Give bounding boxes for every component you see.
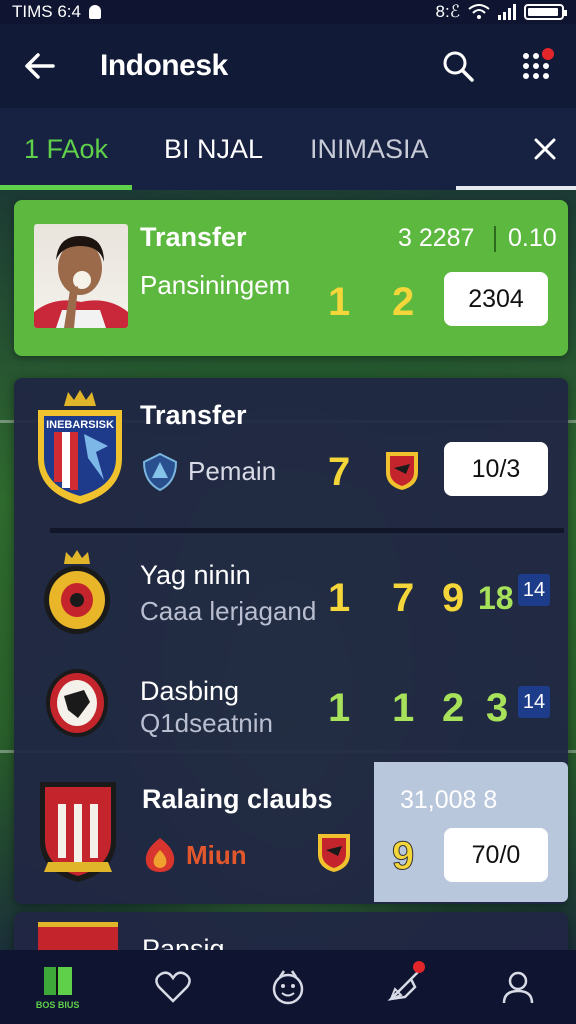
nav-home[interactable]: BOS BIUS bbox=[28, 957, 88, 1017]
heart-icon bbox=[155, 971, 191, 1003]
row-number: 1 bbox=[392, 686, 415, 730]
club-crest-small bbox=[384, 450, 420, 497]
signal-icon bbox=[498, 4, 516, 20]
player-photo bbox=[34, 224, 128, 328]
notification-icon bbox=[88, 5, 101, 19]
close-tab-button[interactable] bbox=[456, 108, 576, 190]
club-crest-large: INEBARSISK bbox=[34, 388, 126, 506]
row-title: Yag ninin bbox=[140, 560, 251, 590]
row-subtitle: Q1dseatnin bbox=[140, 708, 273, 738]
arrow-left-icon bbox=[25, 53, 55, 79]
flame-icon bbox=[142, 836, 178, 879]
nav-boost[interactable] bbox=[373, 957, 433, 1017]
face-icon bbox=[272, 970, 304, 1005]
ranking-title: Ralaing claubs bbox=[142, 784, 333, 814]
club-crest bbox=[38, 922, 118, 952]
card-title: Transfer bbox=[140, 400, 247, 430]
ranking-crest bbox=[36, 778, 120, 889]
row-number: 1 bbox=[328, 576, 351, 620]
rank-badge: 14 bbox=[518, 686, 550, 718]
ranking-stat: 31,008 8 bbox=[400, 786, 498, 814]
search-icon bbox=[443, 51, 474, 82]
app-bar: Indonesk bbox=[0, 24, 576, 108]
stat-number: 7 bbox=[328, 450, 351, 494]
row-subtitle: Caaa lerjagand bbox=[140, 596, 317, 626]
tab-2[interactable]: BI NJAL bbox=[140, 108, 286, 190]
stat-divider bbox=[494, 226, 496, 252]
tab-1[interactable]: 1 FAok bbox=[0, 108, 140, 190]
page-title: Indonesk bbox=[100, 49, 228, 82]
nav-label: BOS BIUS bbox=[35, 1000, 80, 1010]
row-number: 7 bbox=[392, 576, 415, 620]
row-divider bbox=[50, 528, 564, 533]
crest-text: INEBARSISK bbox=[46, 419, 114, 431]
ranking-value-box[interactable]: 70/0 bbox=[444, 828, 548, 882]
rank-badge: 14 bbox=[518, 574, 550, 606]
status-bar: TIMS 6:4 8:ℰ bbox=[0, 0, 576, 24]
card-title: Transfer bbox=[140, 222, 247, 252]
profile-icon bbox=[503, 971, 534, 1004]
ranking-number: 9 bbox=[391, 834, 415, 879]
row-number: 18 bbox=[478, 580, 514, 616]
row-number: 9 bbox=[442, 576, 465, 620]
card-subtitle: Pansiningem bbox=[140, 270, 291, 300]
menu-button[interactable] bbox=[516, 46, 556, 86]
stat-value: 0.10 bbox=[508, 224, 557, 252]
status-time: TIMS 6:4 bbox=[12, 2, 81, 21]
row-title: Dasbing bbox=[140, 676, 240, 706]
back-button[interactable] bbox=[20, 46, 60, 86]
club-crest bbox=[44, 666, 110, 745]
nav-community[interactable] bbox=[258, 957, 318, 1017]
nav-profile[interactable] bbox=[488, 957, 548, 1017]
ranking-subtitle: Miun bbox=[186, 840, 247, 870]
nav-favorites[interactable] bbox=[143, 957, 203, 1017]
battery-icon bbox=[524, 4, 567, 20]
close-icon bbox=[534, 138, 556, 160]
wifi-icon bbox=[468, 4, 490, 19]
club-crest-small bbox=[316, 832, 352, 879]
row-number: 3 bbox=[486, 686, 509, 730]
status-right-text: 8:ℰ bbox=[435, 2, 460, 21]
stat-value: 3 2287 bbox=[398, 224, 475, 252]
tab-3[interactable]: INIMASIA bbox=[286, 108, 456, 190]
notification-dot bbox=[413, 961, 426, 973]
score-away: 2 bbox=[392, 280, 415, 324]
score-home: 1 bbox=[328, 280, 351, 324]
row-number: 2 bbox=[442, 686, 465, 730]
value-box[interactable]: 10/3 bbox=[444, 442, 548, 496]
card-subtitle: Pemain bbox=[188, 456, 277, 486]
home-icon bbox=[43, 967, 72, 995]
shield-icon bbox=[142, 452, 178, 497]
notification-dot bbox=[542, 48, 554, 60]
rocket-icon bbox=[387, 970, 421, 1001]
tab-bar: 1 FAok BI NJAL INIMASIA bbox=[0, 108, 576, 190]
value-box[interactable]: 2304 bbox=[444, 272, 548, 326]
bottom-navigation: BOS BIUS bbox=[0, 950, 576, 1024]
club-crest bbox=[42, 548, 112, 641]
featured-transfer-card[interactable]: Transfer Pansiningem 3 2287 0.10 1 2 230… bbox=[14, 200, 568, 356]
search-button[interactable] bbox=[438, 46, 478, 86]
row-number: 1 bbox=[328, 686, 351, 730]
